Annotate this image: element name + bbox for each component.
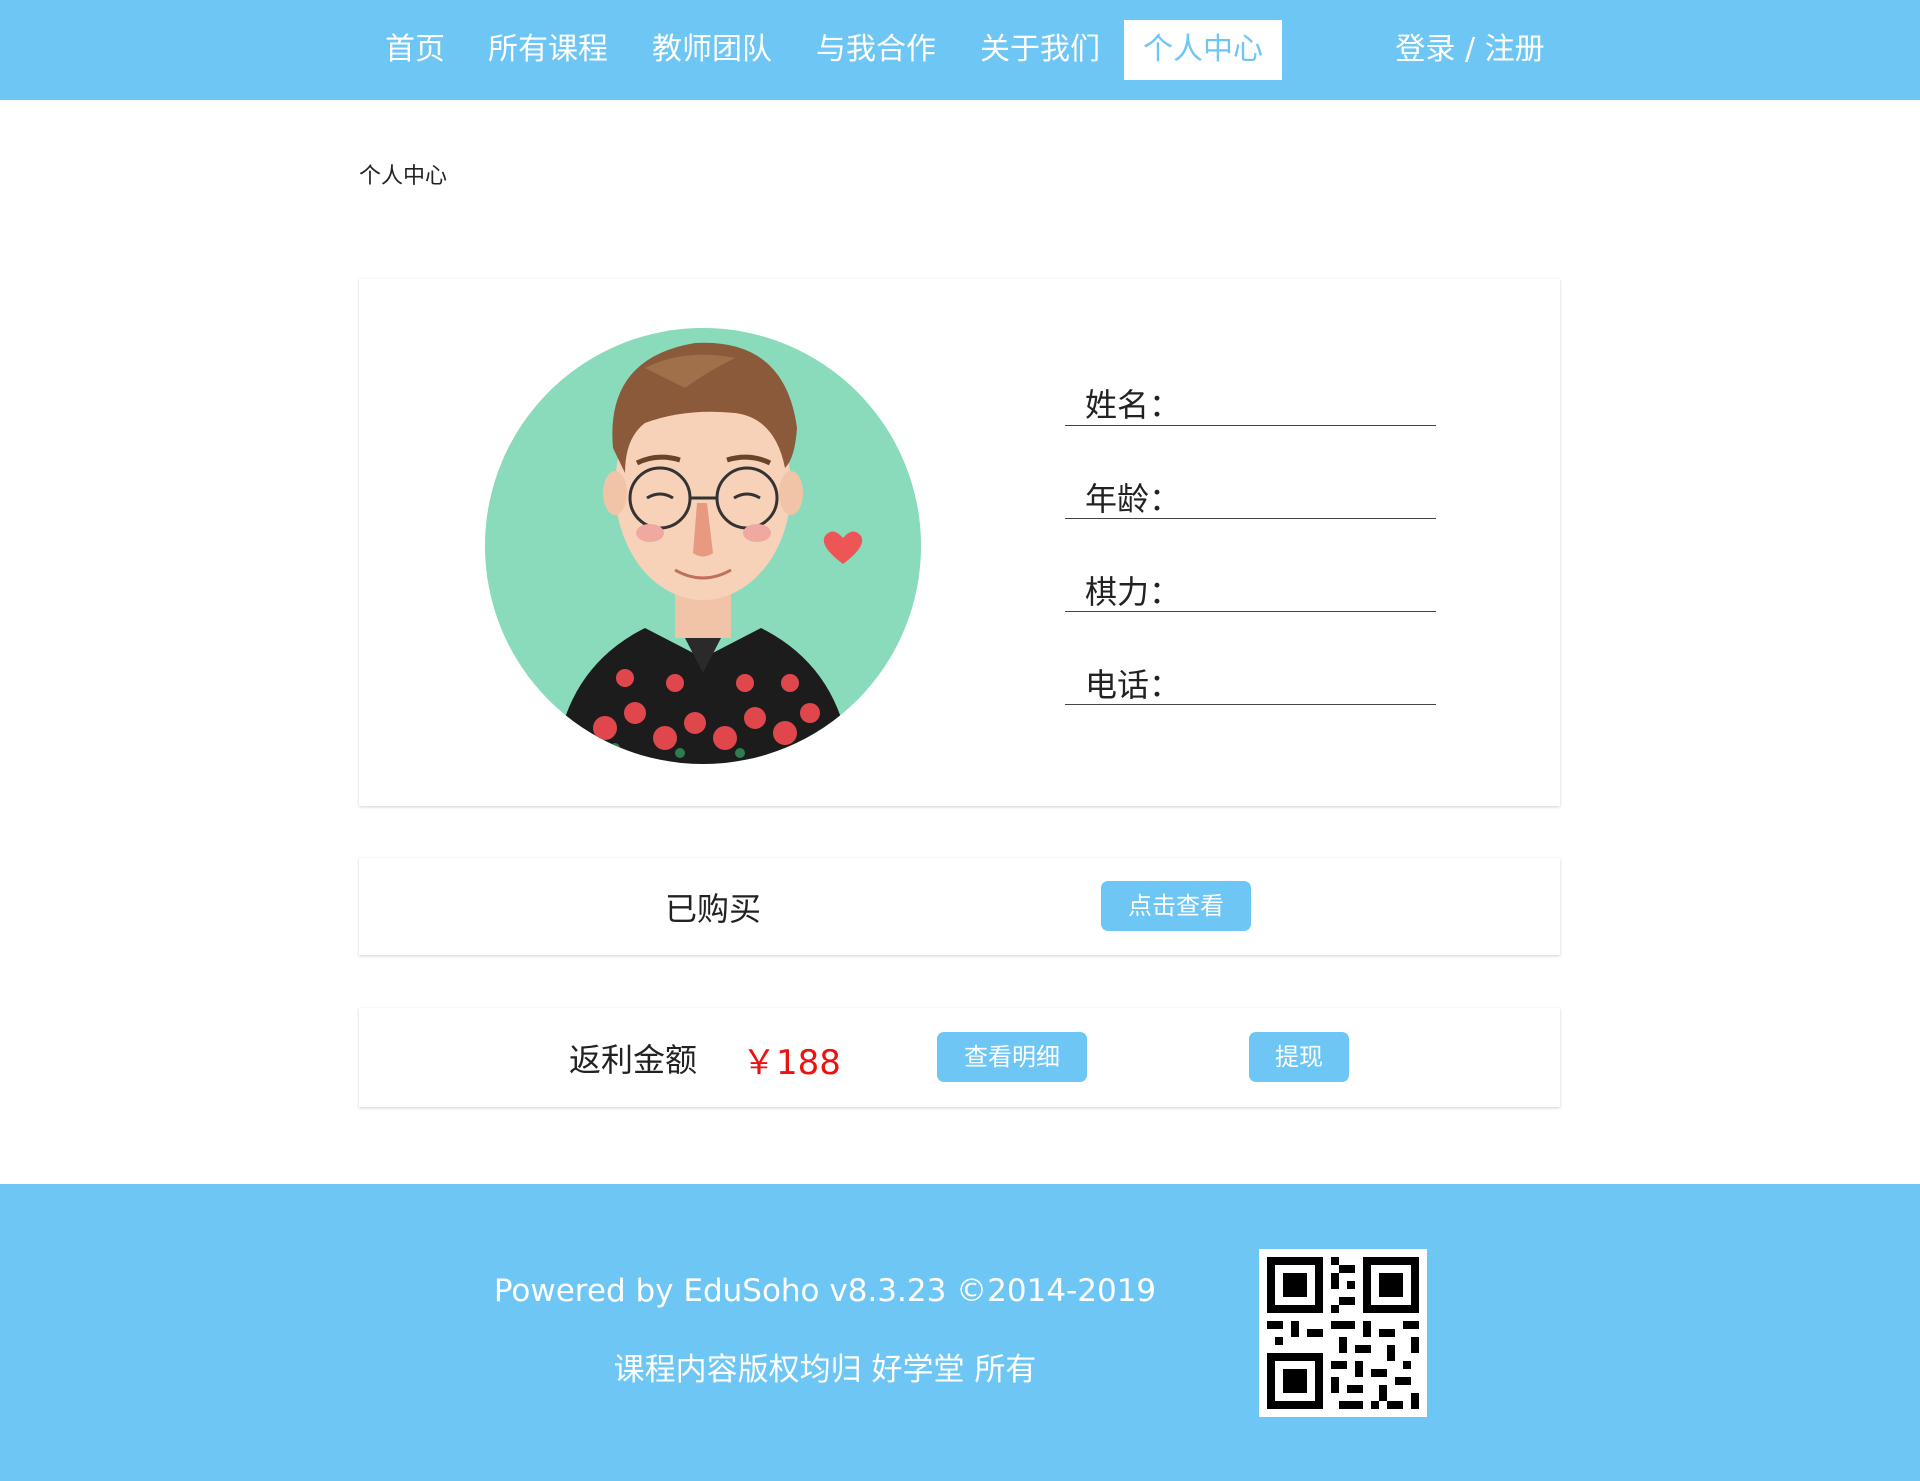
phone-label: 电话： (1085, 666, 1182, 704)
name-field[interactable] (1065, 425, 1436, 426)
powered-by-text: Powered by EduSoho v8.3.23 ©2014-2019 (493, 1273, 1157, 1309)
page-title: 个人中心 (359, 164, 448, 189)
nav-item-home[interactable]: 首页 (375, 20, 455, 80)
chess-level-field[interactable] (1065, 611, 1436, 612)
rebate-label: 返利金额 (569, 1041, 698, 1079)
nav-item-teachers[interactable]: 教师团队 (642, 20, 782, 80)
phone-field[interactable] (1065, 704, 1436, 705)
chess-level-label: 棋力： (1085, 573, 1182, 611)
nav-item-all-courses[interactable]: 所有课程 (478, 20, 618, 80)
footer (0, 1184, 1920, 1481)
name-label: 姓名： (1085, 386, 1182, 424)
age-label: 年龄： (1085, 480, 1182, 518)
age-field[interactable] (1065, 518, 1436, 519)
rebate-amount: ￥188 (742, 1043, 841, 1083)
purchased-label: 已购买 (665, 890, 762, 928)
nav-item-cooperate[interactable]: 与我合作 (806, 20, 946, 80)
withdraw-button[interactable]: 提现 (1249, 1032, 1349, 1082)
purchased-card (359, 858, 1560, 955)
view-purchased-button[interactable]: 点击查看 (1101, 881, 1251, 931)
cartoon-avatar-icon (485, 328, 921, 764)
qr-code-icon (1259, 1249, 1427, 1417)
view-detail-button[interactable]: 查看明细 (937, 1032, 1087, 1082)
nav-item-about[interactable]: 关于我们 (970, 20, 1110, 80)
top-nav-bar: 首页 所有课程 教师团队 与我合作 关于我们 个人中心 登录 / 注册 (0, 0, 1920, 100)
nav-item-personal-center[interactable]: 个人中心 (1124, 20, 1282, 80)
copyright-text: 课程内容版权均归 好学堂 所有 (613, 1352, 1037, 1388)
login-register-link[interactable]: 登录 / 注册 (1390, 20, 1550, 80)
